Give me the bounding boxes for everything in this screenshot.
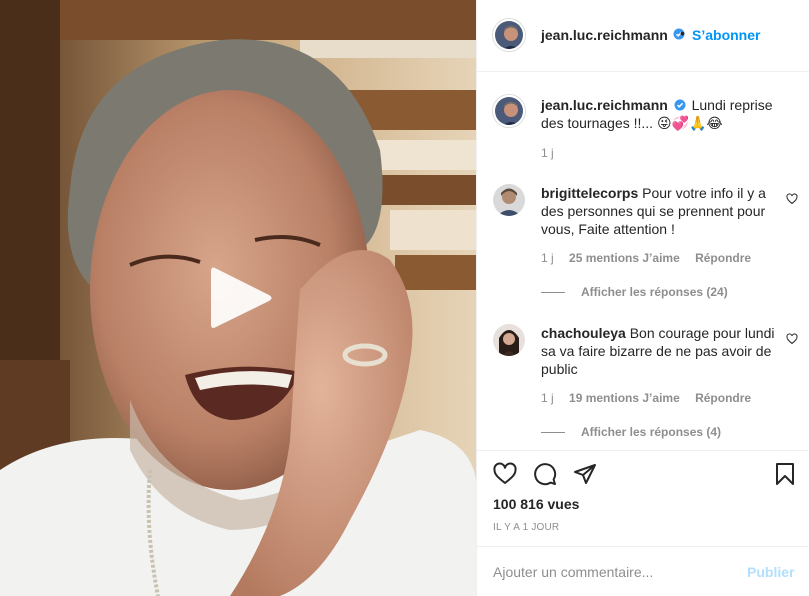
comment-timestamp[interactable]: 1 j <box>541 391 554 405</box>
comment-username-link[interactable]: chachouleya <box>541 325 626 341</box>
comment-text-block: brigittelecorps Pour votre info il y a d… <box>541 184 781 238</box>
view-replies-button[interactable]: Afficher les réponses (24) <box>541 285 728 299</box>
comment-like-heart-icon[interactable] <box>786 333 798 345</box>
comment-meta: 1 j 19 mentions J’aime Répondre <box>541 391 763 405</box>
author-username-link[interactable]: jean.luc.reichmann <box>541 27 668 43</box>
replies-divider-line <box>541 292 565 294</box>
comment-avatar[interactable] <box>493 184 525 216</box>
comment-meta: 1 j 25 mentions J’aime Répondre <box>541 251 763 265</box>
view-replies-label: Afficher les réponses (24) <box>581 285 728 299</box>
views-count[interactable]: 100 816 vues <box>493 496 579 512</box>
comment-icon[interactable] <box>533 462 557 486</box>
comment-text-block: chachouleya Bon courage pour lundi sa va… <box>541 324 781 378</box>
comment-timestamp[interactable]: 1 j <box>541 251 554 265</box>
verified-badge-icon <box>674 99 686 111</box>
post-timestamp[interactable]: IL Y A 1 JOUR <box>493 522 559 533</box>
publish-button[interactable]: Publier <box>747 564 794 580</box>
view-replies-label: Afficher les réponses (4) <box>581 425 722 439</box>
caption-author-avatar[interactable] <box>493 95 525 127</box>
comment-input[interactable] <box>493 559 743 585</box>
replies-divider-line <box>541 432 565 434</box>
author-avatar[interactable] <box>493 19 525 51</box>
reply-button[interactable]: Répondre <box>695 251 751 265</box>
comment-avatar[interactable] <box>493 324 525 356</box>
post-header: jean.luc.reichmann • S’abonner <box>477 0 809 72</box>
post-actions-bar: 100 816 vues IL Y A 1 JOUR <box>477 450 809 546</box>
caption-meta: 1 j <box>541 146 566 160</box>
separator-dot: • <box>680 25 685 41</box>
reply-button[interactable]: Répondre <box>695 391 751 405</box>
comment-likes-count[interactable]: 25 mentions J’aime <box>569 251 680 265</box>
view-replies-button[interactable]: Afficher les réponses (4) <box>541 425 721 439</box>
caption-timestamp[interactable]: 1 j <box>541 146 554 160</box>
post-sidebar: jean.luc.reichmann • S’abonner jean.luc.… <box>476 0 809 596</box>
caption-username-link[interactable]: jean.luc.reichmann <box>541 97 668 113</box>
heart-icon[interactable] <box>493 462 517 486</box>
paper-plane-icon[interactable] <box>573 462 597 486</box>
post-caption: jean.luc.reichmann Lundi reprise des tou… <box>541 96 781 132</box>
play-button[interactable] <box>203 262 277 334</box>
comment-like-heart-icon[interactable] <box>786 193 798 205</box>
add-comment-form: Publier <box>477 546 809 596</box>
bookmark-icon[interactable] <box>773 462 797 486</box>
comment-likes-count[interactable]: 19 mentions J’aime <box>569 391 680 405</box>
follow-button[interactable]: S’abonner <box>692 27 760 43</box>
post-video[interactable] <box>0 0 476 596</box>
play-icon <box>211 267 272 328</box>
comment-username-link[interactable]: brigittelecorps <box>541 185 638 201</box>
